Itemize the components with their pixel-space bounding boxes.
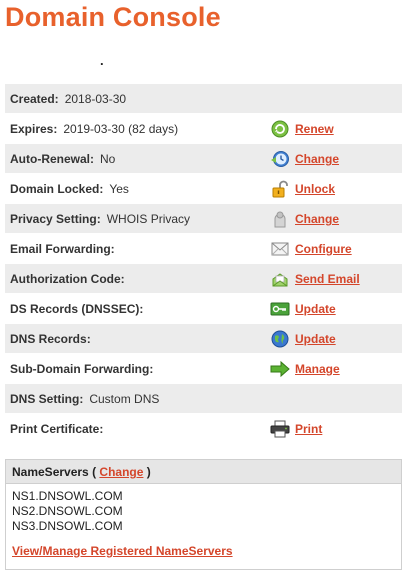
authorization-code-row: Authorization Code: Send Email — [5, 264, 402, 294]
dns-records-label: DNS Records: — [10, 332, 91, 346]
sub-domain-forwarding-label: Sub-Domain Forwarding: — [10, 362, 154, 376]
ds-records-label: DS Records (DNSSEC): — [10, 302, 144, 316]
sub-domain-forwarding-row: Sub-Domain Forwarding: Manage — [5, 354, 402, 384]
auto-renewal-change-link[interactable]: Change — [295, 152, 339, 166]
printer-icon[interactable] — [270, 420, 290, 438]
privacy-setting-value: WHOIS Privacy — [106, 212, 191, 226]
dns-setting-label: DNS Setting: Custom DNS — [10, 392, 160, 406]
manage-nameservers-link[interactable]: View/Manage Registered NameServers — [12, 544, 233, 558]
nameserver-item: NS1.DNSOWL.COM — [12, 489, 123, 503]
expires-label: Expires: 2019-03-30 (82 days) — [10, 122, 179, 136]
nameservers-panel: NameServers ( Change ) NS1.DNSOWL.COM NS… — [5, 459, 402, 570]
padlock-icon[interactable] — [270, 180, 290, 198]
created-label: Created: 2018-03-30 — [10, 92, 127, 106]
globe-icon[interactable] — [270, 330, 290, 348]
clock-icon[interactable] — [270, 150, 290, 168]
unlock-link[interactable]: Unlock — [295, 182, 335, 196]
page-title: Domain Console — [5, 2, 221, 32]
created-row: Created: 2018-03-30 — [5, 84, 402, 114]
domain-locked-label: Domain Locked: Yes — [10, 182, 129, 196]
nameservers-header: NameServers ( Change ) — [6, 460, 401, 484]
nameservers-heading: NameServers — [12, 465, 89, 479]
mail-send-icon[interactable] — [270, 270, 290, 288]
dns-setting-value: Custom DNS — [89, 392, 160, 406]
email-forwarding-row: Email Forwarding: Configure — [5, 234, 402, 264]
key-icon[interactable] — [270, 300, 290, 318]
renew-icon[interactable] — [270, 120, 290, 138]
nameserver-list: NS1.DNSOWL.COM NS2.DNSOWL.COM NS3.DNSOWL… — [6, 484, 401, 534]
print-certificate-row: Print Certificate: Print — [5, 414, 402, 444]
expires-value: 2019-03-30 (82 days) — [63, 122, 179, 136]
nameserver-item: NS3.DNSOWL.COM — [12, 519, 123, 533]
nameserver-item: NS2.DNSOWL.COM — [12, 504, 123, 518]
privacy-setting-row: Privacy Setting: WHOIS Privacy Change — [5, 204, 402, 234]
manage-link[interactable]: Manage — [295, 362, 340, 376]
dns-records-row: DNS Records: Update — [5, 324, 402, 354]
domain-name-text: . — [100, 53, 104, 68]
email-forwarding-label: Email Forwarding: — [10, 242, 115, 256]
arrow-right-icon[interactable] — [270, 360, 290, 378]
ds-records-update-link[interactable]: Update — [295, 302, 336, 316]
renew-link[interactable]: Renew — [295, 122, 334, 136]
auto-renewal-value: No — [100, 152, 116, 166]
send-email-link[interactable]: Send Email — [295, 272, 360, 286]
envelope-icon[interactable] — [270, 240, 290, 258]
domain-locked-row: Domain Locked: Yes Unlock — [5, 174, 402, 204]
configure-link[interactable]: Configure — [295, 242, 352, 256]
domain-details-table: Created: 2018-03-30 Expires: 2019-03-30 (8… — [5, 84, 402, 444]
privacy-icon[interactable] — [270, 210, 290, 228]
dns-records-update-link[interactable]: Update — [295, 332, 336, 346]
auto-renewal-row: Auto-Renewal: No Change — [5, 144, 402, 174]
dns-setting-row: DNS Setting: Custom DNS — [5, 384, 402, 414]
domain-locked-value: Yes — [109, 182, 129, 196]
created-value: 2018-03-30 — [64, 92, 127, 106]
privacy-setting-label: Privacy Setting: WHOIS Privacy — [10, 212, 191, 226]
expires-row: Expires: 2019-03-30 (82 days) Renew — [5, 114, 402, 144]
auto-renewal-label: Auto-Renewal: No — [10, 152, 116, 166]
privacy-change-link[interactable]: Change — [295, 212, 339, 226]
nameservers-change-link[interactable]: Change — [99, 465, 143, 479]
print-link[interactable]: Print — [295, 422, 322, 436]
ds-records-row: DS Records (DNSSEC): Update — [5, 294, 402, 324]
authorization-code-label: Authorization Code: — [10, 272, 125, 286]
print-certificate-label: Print Certificate: — [10, 422, 104, 436]
